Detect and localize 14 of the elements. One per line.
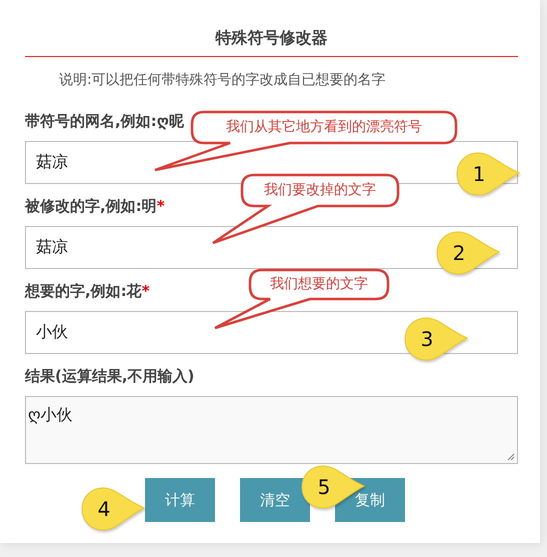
required-asterisk: * xyxy=(142,282,150,300)
required-asterisk: * xyxy=(156,197,165,215)
resize-grip-icon[interactable] xyxy=(506,452,515,461)
field-label: 结果(运算结果,不用输入) xyxy=(25,366,194,386)
field-label: 带符号的网名,例如:ღ昵 xyxy=(25,112,184,130)
number-marker: 4 xyxy=(80,486,146,532)
page-title: 特殊符号修改器 xyxy=(214,27,328,49)
number-marker: 2 xyxy=(435,230,501,276)
number-marker: 3 xyxy=(403,316,469,362)
field-label: 想要的字,例如:花 xyxy=(25,282,142,300)
number-marker: 1 xyxy=(455,151,521,197)
result-textarea[interactable]: ღ小伙 xyxy=(25,396,518,464)
field-label: 被修改的字,例如:明 xyxy=(25,196,157,216)
description-text: 说明:可以把任何带特殊符号的字改成自已想要的名字 xyxy=(59,71,387,89)
